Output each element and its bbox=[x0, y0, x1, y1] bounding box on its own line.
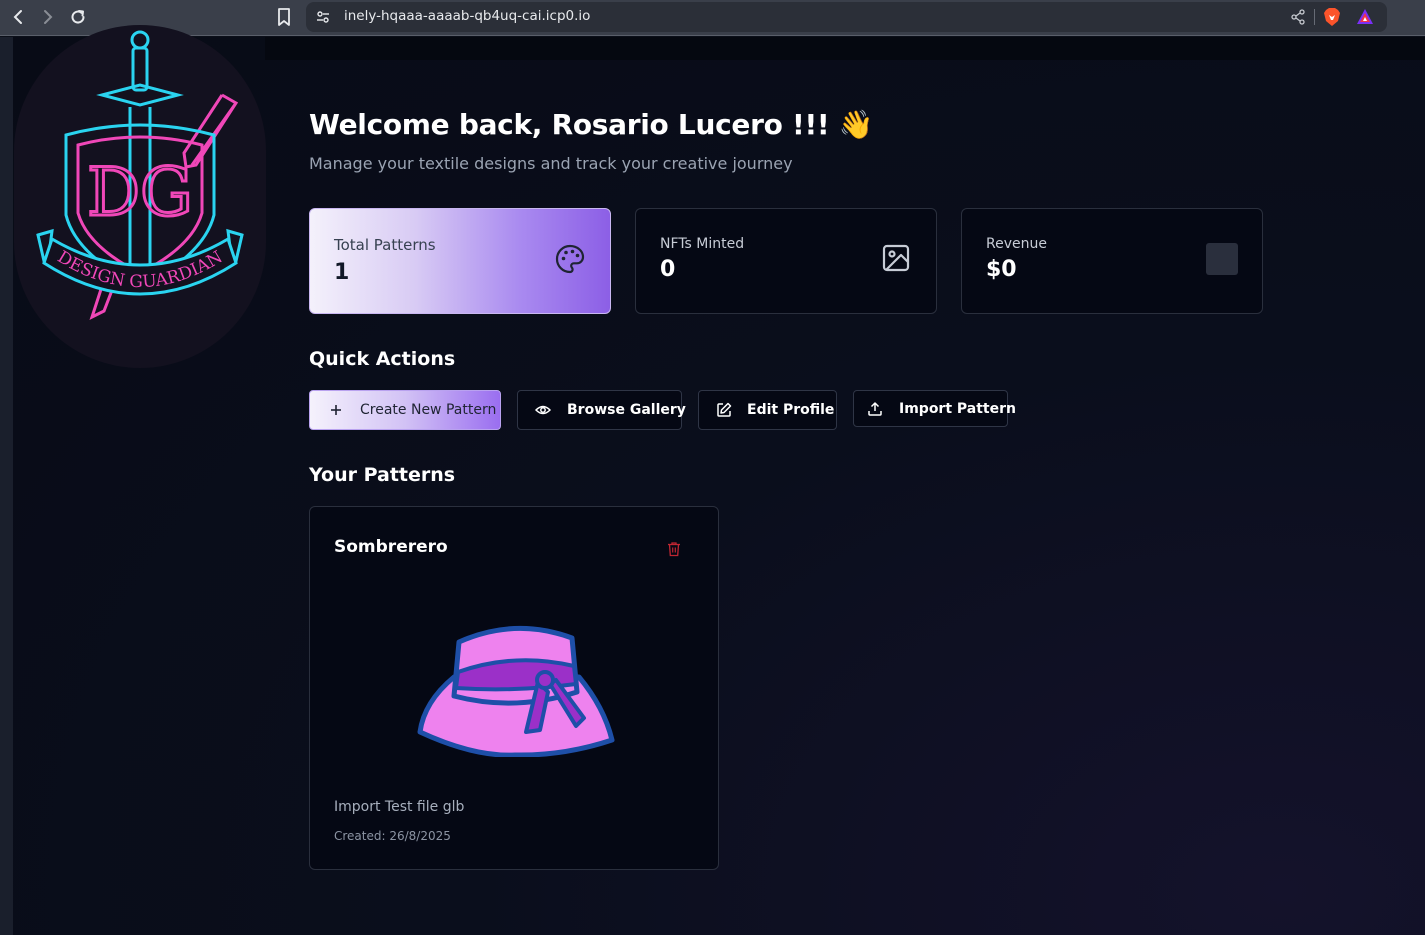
create-new-pattern-button[interactable]: Create New Pattern bbox=[309, 390, 501, 430]
stat-card-revenue: Revenue $0 bbox=[961, 208, 1263, 314]
welcome-heading: Welcome back, Rosario Lucero !!! 👋 bbox=[309, 108, 874, 141]
button-label: Import Pattern bbox=[899, 400, 1016, 417]
pattern-card[interactable]: Sombrerero Import Test file glb Created:… bbox=[309, 506, 719, 870]
revenue-placeholder-icon bbox=[1206, 243, 1238, 275]
plus-icon bbox=[331, 405, 341, 415]
top-strip bbox=[265, 37, 1425, 60]
stat-label: Total Patterns bbox=[334, 236, 436, 254]
pattern-name: Sombrerero bbox=[334, 537, 448, 557]
upload-icon bbox=[868, 401, 882, 416]
quick-actions-title: Quick Actions bbox=[309, 348, 456, 370]
stat-card-nfts-minted: NFTs Minted 0 bbox=[635, 208, 937, 314]
button-label: Browse Gallery bbox=[567, 402, 686, 418]
url-divider bbox=[1314, 9, 1315, 25]
stat-value: 1 bbox=[334, 260, 350, 285]
forward-arrow-icon bbox=[44, 10, 53, 24]
reload-icon bbox=[71, 10, 85, 24]
back-arrow-icon bbox=[13, 10, 22, 24]
url-text[interactable]: inely-hqaaa-aaaab-qb4uq-cai.icp0.io bbox=[344, 8, 590, 24]
stat-value: 0 bbox=[660, 257, 676, 282]
app-container: DG DESIGN GUARDIAN Welcome back, Rosario… bbox=[0, 25, 1425, 935]
brave-shields-icon[interactable] bbox=[1323, 7, 1341, 27]
logo[interactable]: DG DESIGN GUARDIAN bbox=[14, 25, 266, 368]
stat-card-total-patterns: Total Patterns 1 bbox=[309, 208, 611, 314]
import-pattern-button[interactable]: Import Pattern bbox=[853, 390, 1016, 427]
welcome-subtitle: Manage your textile designs and track yo… bbox=[309, 154, 793, 173]
image-icon bbox=[882, 244, 910, 272]
stat-value: $0 bbox=[986, 257, 1017, 282]
button-label: Create New Pattern bbox=[360, 402, 497, 418]
stat-label: Revenue bbox=[986, 236, 1047, 252]
palette-icon bbox=[555, 244, 585, 274]
left-rail bbox=[0, 37, 13, 935]
button-label: Edit Profile bbox=[747, 402, 835, 418]
address-bar[interactable]: inely-hqaaa-aaaab-qb4uq-cai.icp0.io bbox=[306, 2, 1387, 32]
browse-gallery-button[interactable]: Browse Gallery bbox=[517, 390, 686, 430]
logo-initials: DG bbox=[87, 154, 193, 231]
bookmark-icon[interactable] bbox=[276, 7, 292, 27]
delete-trash-icon[interactable] bbox=[667, 541, 681, 557]
eye-icon bbox=[535, 405, 551, 415]
share-icon[interactable] bbox=[1290, 9, 1306, 25]
edit-profile-button[interactable]: Edit Profile bbox=[698, 390, 837, 430]
edit-icon bbox=[717, 402, 732, 417]
stat-label: NFTs Minted bbox=[660, 236, 745, 252]
brave-rewards-icon[interactable] bbox=[1356, 8, 1374, 26]
design-guardian-logo-icon: DG DESIGN GUARDIAN bbox=[36, 30, 244, 320]
your-patterns-title: Your Patterns bbox=[309, 464, 456, 486]
pattern-created-date: Created: 26/8/2025 bbox=[334, 829, 451, 843]
pattern-description: Import Test file glb bbox=[334, 799, 465, 815]
site-settings-icon[interactable] bbox=[316, 10, 330, 24]
hat-pattern-preview-icon bbox=[417, 625, 615, 757]
